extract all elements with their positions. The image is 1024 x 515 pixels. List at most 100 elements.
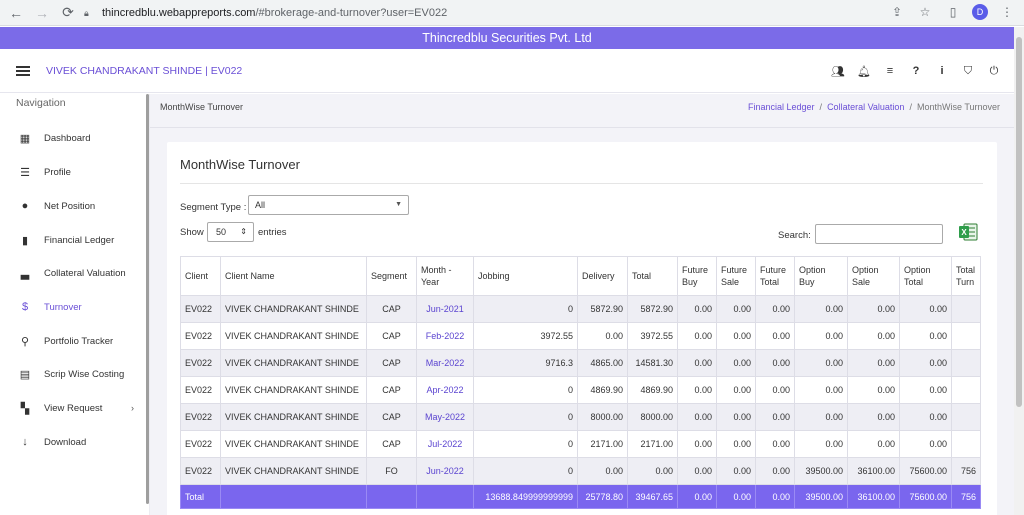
- info-icon[interactable]: i: [936, 64, 948, 78]
- segment-type-select[interactable]: All ▼: [248, 195, 409, 215]
- forward-arrow-icon[interactable]: →: [32, 3, 52, 23]
- table-cell: 0.00: [794, 430, 848, 458]
- entries-label: entries: [258, 227, 287, 238]
- table-cell: CAP: [366, 349, 417, 377]
- excel-export-icon[interactable]: X: [958, 222, 978, 242]
- column-header[interactable]: Month - Year: [416, 256, 474, 296]
- table-cell: 0.00: [677, 430, 717, 458]
- column-header[interactable]: Option Buy: [794, 256, 848, 296]
- month-link[interactable]: Apr-2022: [416, 376, 474, 404]
- breadcrumb-link-financial-ledger[interactable]: Financial Ledger: [748, 102, 815, 112]
- power-icon[interactable]: ⏻: [988, 64, 1000, 78]
- table-cell: 0: [473, 295, 578, 323]
- shield-icon[interactable]: ⛉: [962, 64, 974, 78]
- address-bar[interactable]: 🔒︎ thincredblu.webappreports.com/#broker…: [84, 3, 894, 23]
- sidebar-item-financial-ledger[interactable]: ▮ Financial Ledger: [0, 230, 148, 250]
- table-cell: 75600.00: [899, 457, 952, 485]
- month-link[interactable]: May-2022: [416, 403, 474, 431]
- page-scrollbar[interactable]: [1014, 27, 1024, 515]
- total-cell: 25778.80: [577, 484, 628, 509]
- table-cell: 3972.55: [473, 322, 578, 350]
- sidebar-item-collateral-valuation[interactable]: ▃ Collateral Valuation: [0, 263, 148, 283]
- table-cell: 8000.00: [577, 403, 628, 431]
- column-header[interactable]: Future Sale: [716, 256, 756, 296]
- menu-lines-icon[interactable]: ≡: [884, 64, 896, 78]
- month-link[interactable]: Feb-2022: [416, 322, 474, 350]
- month-link[interactable]: Mar-2022: [416, 349, 474, 377]
- table-cell: 0.00: [716, 349, 756, 377]
- svg-text:X: X: [961, 228, 967, 237]
- updown-icon: ⇕: [240, 227, 247, 236]
- table-row: EV022 VIVEK CHANDRAKANT SHINDE FO Jun-2022 0…: [180, 457, 981, 485]
- star-icon[interactable]: ☆: [916, 3, 934, 21]
- table-cell: 0.00: [847, 403, 900, 431]
- back-arrow-icon[interactable]: ←: [6, 3, 26, 23]
- column-header[interactable]: Client Name: [220, 256, 367, 296]
- table-cell: 0.00: [899, 376, 952, 404]
- sidebar-item-portfolio-tracker[interactable]: ⚲ Portfolio Tracker: [0, 331, 148, 351]
- table-cell: 0.00: [677, 376, 717, 404]
- table-cell: [951, 403, 981, 431]
- table-cell: 4865.00: [577, 349, 628, 377]
- column-header[interactable]: Segment: [366, 256, 417, 296]
- segment-type-value: All: [255, 200, 266, 210]
- table-cell: 0.00: [755, 322, 795, 350]
- search-input[interactable]: [815, 224, 943, 244]
- table-cell: 0.00: [755, 457, 795, 485]
- month-link[interactable]: Jul-2022: [416, 430, 474, 458]
- column-header[interactable]: Option Total: [899, 256, 952, 296]
- table-cell: EV022: [180, 403, 221, 431]
- sidebar-item-profile[interactable]: ☰ Profile: [0, 162, 148, 182]
- table-cell: 0.00: [677, 403, 717, 431]
- column-header[interactable]: Jobbing: [473, 256, 578, 296]
- profile-avatar[interactable]: D: [972, 4, 988, 20]
- sidebar-item-scrip-wise-costing[interactable]: ▤ Scrip Wise Costing: [0, 364, 148, 384]
- sidebar-item-download[interactable]: ↓ Download: [0, 432, 148, 452]
- caret-down-icon: ▼: [395, 201, 402, 208]
- table-cell: CAP: [366, 430, 417, 458]
- table-cell: 0: [473, 403, 578, 431]
- table-cell: EV022: [180, 430, 221, 458]
- table-cell: VIVEK CHANDRAKANT SHINDE: [220, 376, 367, 404]
- total-cell: 39500.00: [794, 484, 848, 509]
- sidebar-item-net-position[interactable]: ● Net Position: [0, 196, 148, 216]
- menu-dots-icon[interactable]: ⋮: [998, 3, 1016, 21]
- sidebar-item-dashboard[interactable]: ▦ Dashboard: [0, 128, 148, 148]
- column-header[interactable]: Total Turn: [951, 256, 981, 296]
- hamburger-icon[interactable]: [16, 65, 30, 76]
- breadcrumb-link-collateral-valuation[interactable]: Collateral Valuation: [827, 102, 904, 112]
- sidepanel-icon[interactable]: ▯: [944, 3, 962, 21]
- table-cell: FO: [366, 457, 417, 485]
- month-link[interactable]: Jun-2021: [416, 295, 474, 323]
- table-cell: [951, 295, 981, 323]
- total-cell: 75600.00: [899, 484, 952, 509]
- users-icon[interactable]: 👥︎: [831, 64, 845, 78]
- column-header[interactable]: Future Buy: [677, 256, 717, 296]
- column-header[interactable]: Total: [627, 256, 678, 296]
- user-title: VIVEK CHANDRAKANT SHINDE | EV022: [46, 64, 243, 77]
- column-header[interactable]: Delivery: [577, 256, 628, 296]
- table-cell: VIVEK CHANDRAKANT SHINDE: [220, 430, 367, 458]
- help-icon[interactable]: ?: [910, 64, 922, 78]
- sidebar-item-view-request[interactable]: ▚ View Request ›: [0, 398, 148, 418]
- bell-icon[interactable]: 🔔︎: [857, 64, 871, 78]
- sidebar-scrollbar[interactable]: [146, 94, 149, 504]
- table-cell: 0.00: [716, 403, 756, 431]
- column-header[interactable]: Client: [180, 256, 221, 296]
- column-header[interactable]: Option Sale: [847, 256, 900, 296]
- reload-icon[interactable]: ⟳: [58, 3, 78, 23]
- page-length-select[interactable]: 50 ⇕: [207, 222, 254, 242]
- column-header[interactable]: Future Total: [755, 256, 795, 296]
- table-cell: 0.00: [627, 457, 678, 485]
- total-cell: 0.00: [677, 484, 717, 509]
- brand-bar: Thincredblu Securities Pvt. Ltd: [0, 27, 1014, 49]
- share-icon[interactable]: ⇪: [888, 3, 906, 21]
- grid-icon: ▚: [20, 402, 30, 415]
- table-cell: 0.00: [899, 430, 952, 458]
- table-cell: 0.00: [716, 430, 756, 458]
- table-cell: 0.00: [677, 349, 717, 377]
- sidebar-item-turnover[interactable]: $ Turnover: [0, 297, 148, 317]
- table-cell: 0.00: [899, 295, 952, 323]
- month-link[interactable]: Jun-2022: [416, 457, 474, 485]
- page-heading: MonthWise Turnover: [160, 102, 244, 112]
